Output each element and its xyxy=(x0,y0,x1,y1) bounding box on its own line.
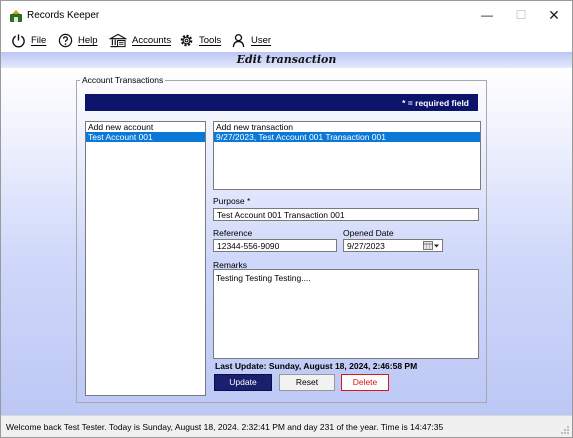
group-title: Account Transactions xyxy=(80,75,166,85)
menu-tools-label: Tools xyxy=(199,34,222,46)
close-button[interactable]: ✕ xyxy=(536,3,572,27)
menu-file-label: File xyxy=(31,34,47,46)
menu-bar: File Help Accounts Tools User xyxy=(1,29,572,51)
menu-tools[interactable]: Tools xyxy=(179,31,221,49)
resize-grip-icon[interactable] xyxy=(560,425,570,435)
menu-accounts-label: Accounts xyxy=(132,34,172,46)
remarks-textarea[interactable]: Testing Testing Testing.... xyxy=(213,269,479,359)
page-header: Edit transaction xyxy=(1,52,572,68)
menu-accounts[interactable]: Accounts xyxy=(109,31,171,49)
title-bar[interactable]: Records Keeper — ☐ ✕ xyxy=(1,1,572,29)
delete-button[interactable]: Delete xyxy=(341,374,389,391)
required-field-note: * = required field xyxy=(402,98,469,108)
required-field-bar: * = required field xyxy=(85,94,478,111)
window-title: Records Keeper xyxy=(27,10,100,21)
accounts-icon xyxy=(109,33,127,47)
menu-file[interactable]: File xyxy=(11,31,46,49)
question-icon xyxy=(58,33,73,47)
opened-date-label: Opened Date xyxy=(343,228,394,238)
reference-input[interactable]: 12344-556-9090 xyxy=(213,239,337,252)
transactions-list[interactable]: Add new transaction 9/27/2023, Test Acco… xyxy=(213,121,481,190)
list-item-selected[interactable]: 9/27/2023, Test Account 001 Transaction … xyxy=(214,132,480,142)
status-bar: Welcome back Test Tester. Today is Sunda… xyxy=(1,415,572,437)
records-keeper-icon xyxy=(10,10,22,22)
chevron-down-icon xyxy=(434,244,439,248)
purpose-label: Purpose * xyxy=(213,196,251,206)
opened-date-picker[interactable]: 9/27/2023 xyxy=(343,239,443,252)
menu-help-label: Help xyxy=(78,34,98,46)
minimize-button[interactable]: — xyxy=(469,3,505,27)
purpose-input[interactable]: Test Account 001 Transaction 001 xyxy=(213,208,479,221)
list-item-selected[interactable]: Test Account 001 xyxy=(86,132,205,142)
list-item[interactable]: Add new transaction xyxy=(214,122,480,132)
update-button[interactable]: Update xyxy=(214,374,272,391)
reference-label: Reference xyxy=(213,228,253,238)
app-window: Records Keeper — ☐ ✕ File Help Accounts … xyxy=(0,0,573,438)
menu-help[interactable]: Help xyxy=(58,31,98,49)
user-icon xyxy=(232,33,245,47)
status-text: Welcome back Test Tester. Today is Sunda… xyxy=(6,422,444,432)
menu-user[interactable]: User xyxy=(231,31,271,49)
calendar-icon xyxy=(423,241,433,250)
maximize-button[interactable]: ☐ xyxy=(503,3,539,27)
accounts-list[interactable]: Add new account Test Account 001 xyxy=(85,121,206,396)
gear-icon xyxy=(180,34,193,46)
calendar-dropdown-button[interactable] xyxy=(423,241,440,250)
page-title: Edit transaction xyxy=(236,53,337,66)
opened-date-value: 9/27/2023 xyxy=(347,241,385,251)
power-icon xyxy=(12,33,25,47)
last-update-text: Last Update: Sunday, August 18, 2024, 2:… xyxy=(215,361,418,371)
menu-user-label: User xyxy=(251,34,272,46)
reset-button[interactable]: Reset xyxy=(279,374,335,391)
list-item[interactable]: Add new account xyxy=(86,122,205,132)
